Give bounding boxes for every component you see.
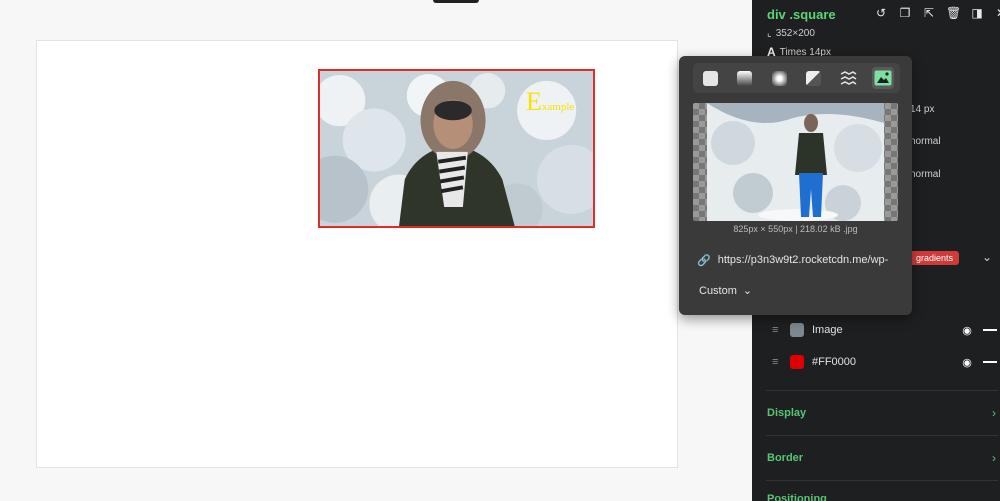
font-size-value[interactable]: 14 px — [910, 104, 934, 115]
close-icon[interactable]: ✕ — [994, 6, 1000, 20]
remove-layer-icon[interactable] — [983, 329, 997, 331]
eye-icon[interactable]: ◉ — [959, 324, 975, 337]
section-border[interactable]: Border › — [766, 435, 998, 479]
image-icon — [874, 70, 892, 86]
background-layer-image[interactable]: ≡ Image ◉ — [772, 320, 997, 340]
selector-title: div .square — [767, 7, 836, 22]
image-dimensions-info: 825px × 550px | 218.02 kB .jpg — [733, 224, 858, 234]
remove-layer-icon[interactable] — [983, 361, 997, 363]
conic-gradient-icon — [806, 70, 822, 86]
image-url-row[interactable]: 🔗 https://p3n3w9t2.rocketcdn.me/wp- — [697, 252, 902, 268]
type-image-button[interactable] — [871, 67, 894, 89]
trash-icon[interactable]: 🗑 — [946, 6, 961, 20]
drag-handle-icon[interactable]: ≡ — [772, 356, 782, 368]
element-size: ⌞ 352×200 — [767, 28, 815, 39]
example-heading: Example — [526, 87, 575, 116]
open-external-icon[interactable]: ⇱ — [922, 6, 936, 20]
radial-gradient-icon — [771, 70, 787, 86]
chevron-down-icon: ⌄ — [742, 285, 753, 297]
chevron-down-icon[interactable]: ⌄ — [982, 250, 992, 264]
background-layer-color[interactable]: ≡ #FF0000 ◉ — [772, 352, 997, 372]
canvas-top-handle[interactable] — [433, 0, 479, 3]
copy-icon[interactable]: ❐ — [898, 6, 912, 20]
type-linear-gradient-button[interactable] — [734, 67, 756, 89]
eye-icon[interactable]: ◉ — [959, 356, 975, 369]
font-style-value[interactable]: normal — [910, 136, 941, 147]
drag-handle-icon[interactable]: ≡ — [772, 324, 782, 336]
solid-color-icon — [702, 70, 718, 86]
background-type-selector — [693, 63, 900, 93]
linear-gradient-icon — [737, 70, 753, 86]
background-image-popover: 825px × 550px | 218.02 kB .jpg 🔗 https:/… — [679, 56, 912, 315]
section-positioning[interactable]: Positioning — [766, 480, 998, 501]
gradients-badge[interactable]: gradients — [910, 251, 960, 265]
link-icon: 🔗 — [697, 254, 711, 267]
chevron-right-icon: › — [992, 405, 996, 420]
selected-square-element[interactable]: Example — [318, 69, 595, 228]
color-swatch[interactable] — [790, 355, 804, 369]
undo-icon[interactable]: ↺ — [874, 6, 888, 20]
image-url-text[interactable]: https://p3n3w9t2.rocketcdn.me/wp- — [718, 254, 889, 266]
image-preview[interactable] — [693, 103, 898, 221]
image-preview-thumbnail — [693, 103, 898, 221]
section-display[interactable]: Display › — [766, 390, 998, 434]
type-solid-button[interactable] — [699, 67, 721, 89]
chevron-right-icon: › — [992, 450, 996, 465]
panel-layout-icon[interactable]: ◨ — [970, 6, 984, 20]
design-canvas[interactable]: Example — [0, 0, 752, 501]
font-weight-value[interactable]: normal — [910, 169, 941, 180]
pattern-icon — [840, 70, 857, 85]
element-toolbar: ↺ ❐ ⇱ 🗑 ◨ ✕ — [874, 6, 1000, 20]
image-thumbnail — [790, 323, 804, 337]
size-mode-select[interactable]: Custom ⌄ — [699, 284, 753, 298]
type-conic-gradient-button[interactable] — [803, 67, 825, 89]
type-radial-gradient-button[interactable] — [768, 67, 790, 89]
type-pattern-button[interactable] — [837, 67, 859, 89]
dimensions-icon: ⌞ — [767, 28, 772, 39]
